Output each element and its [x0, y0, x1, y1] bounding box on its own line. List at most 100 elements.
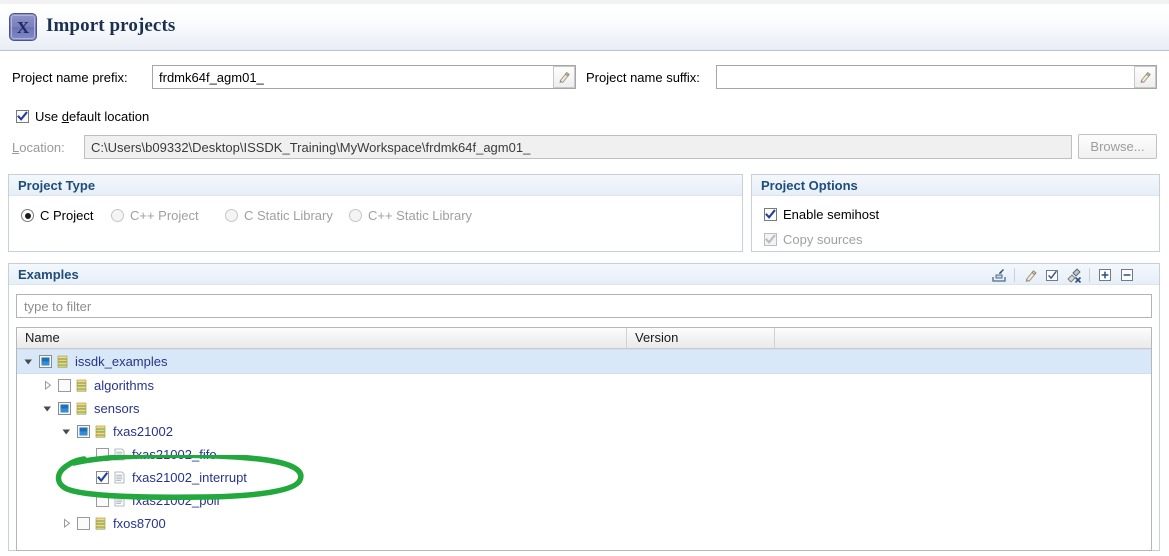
use-default-location-checkbox[interactable]: [16, 110, 29, 123]
tree-header-row: Name Version: [17, 328, 1151, 349]
tree-row[interactable]: issdk_examples: [17, 349, 1151, 374]
examples-toolbar: [988, 265, 1138, 285]
twisty-spacer: [80, 472, 91, 483]
location-label: Location:: [12, 140, 65, 155]
column-header-version[interactable]: Version: [627, 328, 775, 348]
twisty-down-icon[interactable]: [42, 403, 53, 414]
radio-label: C++ Project: [130, 208, 199, 223]
project-type-group: Project Type C Project C++ Project C Sta…: [8, 174, 743, 252]
radio-icon-selected[interactable]: [21, 209, 34, 222]
radio-cpp-project: C++ Project: [111, 208, 199, 223]
radio-c-project[interactable]: C Project: [21, 208, 93, 223]
tree-checkbox-partial[interactable]: [58, 402, 71, 415]
suffix-label: Project name suffix:: [586, 70, 700, 85]
tree-checkbox-on[interactable]: [96, 471, 109, 484]
tree-checkbox-off[interactable]: [96, 448, 109, 461]
example-doc-icon: [113, 448, 126, 461]
folder-list-icon: [75, 402, 88, 415]
tree-node-label: fxos8700: [113, 516, 166, 531]
radio-icon: [225, 209, 238, 222]
x-app-icon: X: [9, 13, 37, 41]
radio-label: C++ Static Library: [368, 208, 472, 223]
collapse-all-icon[interactable]: [1116, 265, 1138, 285]
folder-list-icon: [94, 517, 107, 530]
column-header-blank: [775, 328, 1152, 348]
project-name-suffix-input[interactable]: [716, 65, 1157, 89]
enable-semihost-row[interactable]: Enable semihost: [764, 207, 879, 222]
copy-sources-label: Copy sources: [783, 232, 862, 247]
tree-node-label: sensors: [94, 401, 140, 416]
location-input: C:\Users\b09332\Desktop\ISSDK_Training\M…: [84, 135, 1072, 159]
header-top-edge: [0, 0, 1169, 4]
enable-semihost-checkbox[interactable]: [764, 208, 777, 221]
twisty-spacer: [80, 495, 91, 506]
tree-node-label: fxas21002: [113, 424, 173, 439]
folder-list-icon: [56, 355, 69, 368]
x-app-icon-glyph: X: [11, 15, 35, 39]
tree-row[interactable]: fxas21002: [17, 420, 1151, 443]
tree-node-label: algorithms: [94, 378, 154, 393]
tree-row[interactable]: fxas21002_poll: [17, 489, 1151, 512]
tree-checkbox-off[interactable]: [77, 517, 90, 530]
radio-icon: [349, 209, 362, 222]
select-all-checkbox-icon[interactable]: [1041, 265, 1063, 285]
tree-body: issdk_examples algorithms sensors fxas21002…: [17, 349, 1151, 535]
tree-node-label: fxas21002_interrupt: [132, 470, 247, 485]
import-projects-wizard: X Import projects Project name prefix: f…: [0, 0, 1169, 556]
radio-cpp-static-library: C++ Static Library: [349, 208, 472, 223]
toolbar-separator: [1014, 268, 1015, 282]
tree-row[interactable]: fxas21002_interrupt: [17, 466, 1151, 489]
twisty-down-icon[interactable]: [23, 356, 34, 367]
tree-row[interactable]: algorithms: [17, 374, 1151, 397]
tree-checkbox-off[interactable]: [58, 379, 71, 392]
filter-input[interactable]: type to filter: [16, 294, 1152, 318]
pencil-icon[interactable]: [1134, 66, 1156, 88]
tree-checkbox-partial[interactable]: [77, 425, 90, 438]
radio-label: C Static Library: [244, 208, 333, 223]
radio-icon: [111, 209, 124, 222]
filter-placeholder: type to filter: [24, 299, 91, 314]
pencil-icon[interactable]: [553, 66, 575, 88]
tree-node-label: issdk_examples: [75, 354, 168, 369]
import-icon[interactable]: [988, 265, 1010, 285]
twisty-spacer: [80, 449, 91, 460]
clear-filter-icon[interactable]: [1063, 265, 1085, 285]
project-type-title: Project Type: [9, 174, 742, 196]
expand-all-icon[interactable]: [1094, 265, 1116, 285]
twisty-right-icon[interactable]: [61, 518, 72, 529]
tree-row[interactable]: sensors: [17, 397, 1151, 420]
tree-row[interactable]: fxos8700: [17, 512, 1151, 535]
twisty-right-icon[interactable]: [42, 380, 53, 391]
tree-node-label: fxas21002_fifo: [132, 447, 217, 462]
prefix-value: frdmk64f_agm01_: [153, 70, 553, 85]
tree-row[interactable]: fxas21002_fifo: [17, 443, 1151, 466]
twisty-down-icon[interactable]: [61, 426, 72, 437]
example-doc-icon: [113, 471, 126, 484]
use-default-location-row[interactable]: Use default location: [16, 109, 149, 124]
project-options-group: Project Options Enable semihost Copy sou…: [751, 174, 1160, 252]
browse-button[interactable]: Browse...: [1078, 134, 1157, 159]
enable-semihost-label: Enable semihost: [783, 207, 879, 222]
radio-label: C Project: [40, 208, 93, 223]
copy-sources-checkbox: [764, 233, 777, 246]
radio-c-static-library: C Static Library: [225, 208, 333, 223]
copy-sources-row: Copy sources: [764, 232, 862, 247]
tree-checkbox-off[interactable]: [96, 494, 109, 507]
column-header-name[interactable]: Name: [17, 328, 627, 348]
folder-list-icon: [75, 379, 88, 392]
examples-tree-table: Name Version issdk_examples algorithms sen…: [16, 327, 1152, 551]
example-doc-icon: [113, 494, 126, 507]
wizard-header: X Import projects: [0, 4, 1169, 51]
use-default-location-label: Use default location: [35, 109, 149, 124]
project-options-title: Project Options: [752, 174, 1159, 196]
folder-list-icon: [94, 425, 107, 438]
toolbar-separator: [1089, 268, 1090, 282]
project-name-prefix-input[interactable]: frdmk64f_agm01_: [152, 65, 576, 89]
page-title: Import projects: [46, 15, 175, 37]
pencil-icon[interactable]: [1019, 265, 1041, 285]
location-value: C:\Users\b09332\Desktop\ISSDK_Training\M…: [85, 140, 1071, 155]
tree-checkbox-partial[interactable]: [39, 355, 52, 368]
examples-title: Examples: [9, 263, 1159, 285]
prefix-label: Project name prefix:: [12, 70, 128, 85]
tree-node-label: fxas21002_poll: [132, 493, 219, 508]
